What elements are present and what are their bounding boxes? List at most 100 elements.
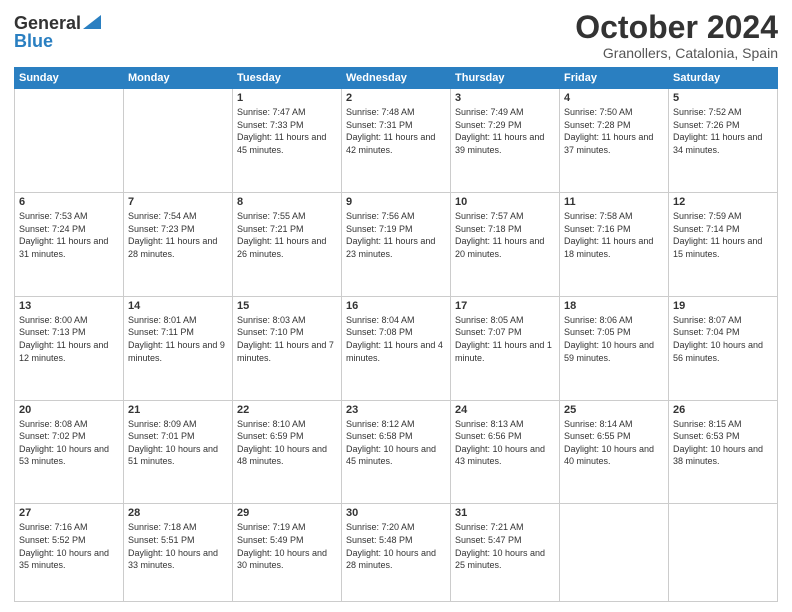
day-number: 9 — [346, 196, 446, 208]
day-info: Sunrise: 8:08 AMSunset: 7:02 PMDaylight:… — [19, 418, 119, 468]
weekday-header-row: SundayMondayTuesdayWednesdayThursdayFrid… — [15, 68, 778, 89]
day-number: 18 — [564, 300, 664, 312]
day-info: Sunrise: 7:50 AMSunset: 7:28 PMDaylight:… — [564, 106, 664, 156]
day-info: Sunrise: 7:59 AMSunset: 7:14 PMDaylight:… — [673, 210, 773, 260]
day-info: Sunrise: 7:55 AMSunset: 7:21 PMDaylight:… — [237, 210, 337, 260]
calendar-day-cell: 9 Sunrise: 7:56 AMSunset: 7:19 PMDaylight… — [342, 192, 451, 296]
page: General Blue October 2024 Granollers, Ca… — [0, 0, 792, 612]
calendar-day-cell: 17Sunrise: 8:05 AMSunset: 7:07 PMDayligh… — [451, 296, 560, 400]
day-info: Sunrise: 7:47 AMSunset: 7:33 PMDaylight:… — [237, 106, 337, 156]
day-info: Sunrise: 8:04 AMSunset: 7:08 PMDaylight:… — [346, 314, 446, 364]
calendar-day-cell: 22 Sunrise: 8:10 AMSunset: 6:59 PMDayligh… — [233, 400, 342, 504]
calendar-day-cell: 4 Sunrise: 7:50 AMSunset: 7:28 PMDaylight… — [560, 89, 669, 193]
day-number: 22 — [237, 404, 337, 416]
day-number: 29 — [237, 507, 337, 519]
weekday-header: Friday — [560, 68, 669, 89]
calendar-day-cell: 2 Sunrise: 7:48 AMSunset: 7:31 PMDaylight… — [342, 89, 451, 193]
day-number: 26 — [673, 404, 773, 416]
calendar-day-cell: 27 Sunrise: 7:16 AMSunset: 5:52 PMDayligh… — [15, 504, 124, 602]
day-number: 31 — [455, 507, 555, 519]
day-info: Sunrise: 8:07 AMSunset: 7:04 PMDaylight:… — [673, 314, 773, 364]
month-title: October 2024 — [575, 10, 778, 45]
day-number: 12 — [673, 196, 773, 208]
weekday-header: Wednesday — [342, 68, 451, 89]
calendar-day-cell — [560, 504, 669, 602]
day-info: Sunrise: 8:13 AMSunset: 6:56 PMDaylight:… — [455, 418, 555, 468]
logo-blue-text: Blue — [14, 32, 53, 50]
calendar-day-cell — [15, 89, 124, 193]
calendar-day-cell: 28 Sunrise: 7:18 AMSunset: 5:51 PMDayligh… — [124, 504, 233, 602]
day-number: 30 — [346, 507, 446, 519]
calendar-week-row: 6 Sunrise: 7:53 AMSunset: 7:24 PMDaylight… — [15, 192, 778, 296]
calendar-day-cell: 7Sunrise: 7:54 AMSunset: 7:23 PMDaylight… — [124, 192, 233, 296]
weekday-header: Thursday — [451, 68, 560, 89]
day-number: 15 — [237, 300, 337, 312]
day-info: Sunrise: 8:03 AMSunset: 7:10 PMDaylight:… — [237, 314, 337, 364]
day-info: Sunrise: 7:21 AMSunset: 5:47 PMDaylight:… — [455, 521, 555, 571]
day-info: Sunrise: 8:15 AMSunset: 6:53 PMDaylight:… — [673, 418, 773, 468]
day-number: 4 — [564, 92, 664, 104]
day-info: Sunrise: 7:18 AMSunset: 5:51 PMDaylight:… — [128, 521, 228, 571]
day-info: Sunrise: 8:00 AMSunset: 7:13 PMDaylight:… — [19, 314, 119, 364]
calendar-day-cell: 18 Sunrise: 8:06 AMSunset: 7:05 PMDayligh… — [560, 296, 669, 400]
calendar-day-cell: 10 Sunrise: 7:57 AMSunset: 7:18 PMDayligh… — [451, 192, 560, 296]
weekday-header: Sunday — [15, 68, 124, 89]
calendar-day-cell: 5Sunrise: 7:52 AMSunset: 7:26 PMDaylight… — [669, 89, 778, 193]
calendar-day-cell: 16 Sunrise: 8:04 AMSunset: 7:08 PMDayligh… — [342, 296, 451, 400]
day-number: 27 — [19, 507, 119, 519]
calendar-day-cell: 29 Sunrise: 7:19 AMSunset: 5:49 PMDayligh… — [233, 504, 342, 602]
day-info: Sunrise: 8:10 AMSunset: 6:59 PMDaylight:… — [237, 418, 337, 468]
logo-general-text: General — [14, 14, 81, 32]
calendar-day-cell: 23Sunrise: 8:12 AMSunset: 6:58 PMDayligh… — [342, 400, 451, 504]
calendar-day-cell: 11Sunrise: 7:58 AMSunset: 7:16 PMDayligh… — [560, 192, 669, 296]
calendar-day-cell: 24 Sunrise: 8:13 AMSunset: 6:56 PMDayligh… — [451, 400, 560, 504]
day-info: Sunrise: 7:56 AMSunset: 7:19 PMDaylight:… — [346, 210, 446, 260]
day-info: Sunrise: 8:06 AMSunset: 7:05 PMDaylight:… — [564, 314, 664, 364]
calendar-day-cell — [124, 89, 233, 193]
day-number: 24 — [455, 404, 555, 416]
day-number: 8 — [237, 196, 337, 208]
calendar-day-cell: 1 Sunrise: 7:47 AMSunset: 7:33 PMDaylight… — [233, 89, 342, 193]
calendar-week-row: 20Sunrise: 8:08 AMSunset: 7:02 PMDayligh… — [15, 400, 778, 504]
day-info: Sunrise: 7:19 AMSunset: 5:49 PMDaylight:… — [237, 521, 337, 571]
day-number: 28 — [128, 507, 228, 519]
calendar-day-cell: 19 Sunrise: 8:07 AMSunset: 7:04 PMDayligh… — [669, 296, 778, 400]
day-info: Sunrise: 8:01 AMSunset: 7:11 PMDaylight:… — [128, 314, 228, 364]
day-info: Sunrise: 7:53 AMSunset: 7:24 PMDaylight:… — [19, 210, 119, 260]
day-info: Sunrise: 7:52 AMSunset: 7:26 PMDaylight:… — [673, 106, 773, 156]
day-number: 6 — [19, 196, 119, 208]
day-number: 10 — [455, 196, 555, 208]
day-number: 19 — [673, 300, 773, 312]
day-number: 11 — [564, 196, 664, 208]
header: General Blue October 2024 Granollers, Ca… — [14, 10, 778, 61]
calendar-day-cell: 21Sunrise: 8:09 AMSunset: 7:01 PMDayligh… — [124, 400, 233, 504]
day-number: 2 — [346, 92, 446, 104]
day-info: Sunrise: 7:16 AMSunset: 5:52 PMDaylight:… — [19, 521, 119, 571]
day-number: 3 — [455, 92, 555, 104]
calendar-day-cell: 8 Sunrise: 7:55 AMSunset: 7:21 PMDaylight… — [233, 192, 342, 296]
weekday-header: Tuesday — [233, 68, 342, 89]
day-info: Sunrise: 7:57 AMSunset: 7:18 PMDaylight:… — [455, 210, 555, 260]
calendar-day-cell: 6 Sunrise: 7:53 AMSunset: 7:24 PMDaylight… — [15, 192, 124, 296]
title-area: October 2024 Granollers, Catalonia, Spai… — [575, 10, 778, 61]
day-number: 21 — [128, 404, 228, 416]
logo: General Blue — [14, 14, 101, 50]
calendar-day-cell: 30 Sunrise: 7:20 AMSunset: 5:48 PMDayligh… — [342, 504, 451, 602]
calendar-day-cell: 15 Sunrise: 8:03 AMSunset: 7:10 PMDayligh… — [233, 296, 342, 400]
day-info: Sunrise: 7:54 AMSunset: 7:23 PMDaylight:… — [128, 210, 228, 260]
calendar-day-cell: 20Sunrise: 8:08 AMSunset: 7:02 PMDayligh… — [15, 400, 124, 504]
calendar-day-cell: 3 Sunrise: 7:49 AMSunset: 7:29 PMDaylight… — [451, 89, 560, 193]
calendar-table: SundayMondayTuesdayWednesdayThursdayFrid… — [14, 67, 778, 602]
day-info: Sunrise: 7:48 AMSunset: 7:31 PMDaylight:… — [346, 106, 446, 156]
day-number: 13 — [19, 300, 119, 312]
calendar-day-cell: 25Sunrise: 8:14 AMSunset: 6:55 PMDayligh… — [560, 400, 669, 504]
calendar-day-cell: 13 Sunrise: 8:00 AMSunset: 7:13 PMDayligh… — [15, 296, 124, 400]
calendar-week-row: 13 Sunrise: 8:00 AMSunset: 7:13 PMDayligh… — [15, 296, 778, 400]
day-info: Sunrise: 7:49 AMSunset: 7:29 PMDaylight:… — [455, 106, 555, 156]
day-info: Sunrise: 8:12 AMSunset: 6:58 PMDaylight:… — [346, 418, 446, 468]
weekday-header: Monday — [124, 68, 233, 89]
calendar-day-cell: 12 Sunrise: 7:59 AMSunset: 7:14 PMDayligh… — [669, 192, 778, 296]
day-number: 16 — [346, 300, 446, 312]
day-number: 1 — [237, 92, 337, 104]
day-info: Sunrise: 7:20 AMSunset: 5:48 PMDaylight:… — [346, 521, 446, 571]
